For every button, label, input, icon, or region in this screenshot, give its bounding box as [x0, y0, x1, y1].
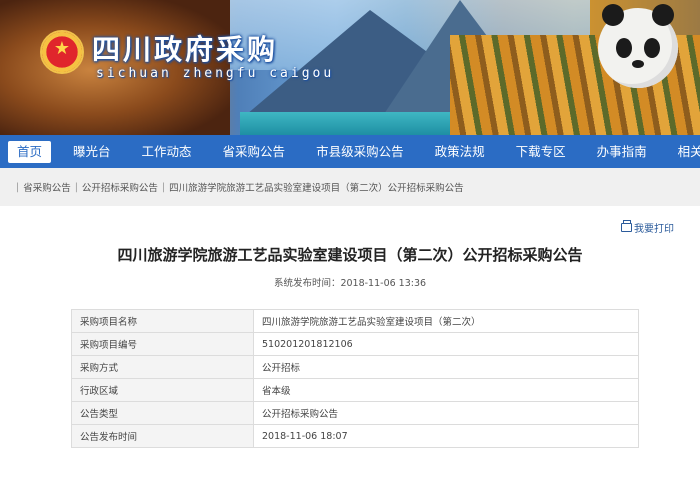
table-value: 公开招标 [253, 355, 639, 379]
breadcrumb-item-tender-notices[interactable]: 公开招标采购公告 [82, 180, 158, 194]
nav-item-related-modules[interactable]: 相关模块 [669, 141, 700, 163]
nav-item-guide[interactable]: 办事指南 [588, 141, 656, 163]
page-title: 四川旅游学院旅游工艺品实验室建设项目（第二次）公开招标采购公告 [117, 246, 583, 264]
main-content: 我要打印 四川旅游学院旅游工艺品实验室建设项目（第二次）公开招标采购公告 系统发… [0, 206, 700, 448]
table-key: 采购项目名称 [71, 309, 254, 333]
info-table: 采购项目名称 四川旅游学院旅游工艺品实验室建设项目（第二次） 采购项目编号 51… [71, 309, 639, 448]
table-key: 行政区域 [71, 378, 254, 402]
table-row: 采购项目编号 510201201812106 [71, 332, 639, 356]
table-value: 省本级 [253, 378, 639, 402]
site-subtitle: sichuan zhengfu caigou [96, 66, 335, 81]
action-row: 我要打印 [12, 206, 688, 238]
table-row: 采购项目名称 四川旅游学院旅游工艺品实验室建设项目（第二次） [71, 309, 639, 333]
main-nav: 首页 曝光台 工作动态 省采购公告 市县级采购公告 政策法规 下载专区 办事指南… [0, 135, 700, 168]
breadcrumb: | 省采购公告 | 公开招标采购公告 | 四川旅游学院旅游工艺品实验室建设项目（… [0, 168, 700, 206]
table-row: 采购方式 公开招标 [71, 355, 639, 379]
nav-item-home[interactable]: 首页 [8, 140, 52, 163]
table-key: 采购项目编号 [71, 332, 254, 356]
national-emblem-icon: ★ [40, 30, 84, 74]
table-value: 四川旅游学院旅游工艺品实验室建设项目（第二次） [253, 309, 639, 333]
publish-time-value: 2018-11-06 13:36 [340, 278, 427, 289]
table-row: 行政区域 省本级 [71, 378, 639, 402]
table-value: 公开招标采购公告 [253, 401, 639, 425]
publish-time-label: 系统发布时间： [273, 278, 341, 289]
publish-time: 系统发布时间：2018-11-06 13:36 [12, 275, 688, 289]
table-key: 采购方式 [71, 355, 254, 379]
nav-item-work-news[interactable]: 工作动态 [133, 141, 201, 163]
breadcrumb-item-current: 四川旅游学院旅游工艺品实验室建设项目（第二次）公开招标采购公告 [169, 183, 464, 194]
site-title: 四川政府采购 [92, 33, 279, 66]
table-value: 510201201812106 [253, 332, 639, 356]
print-button[interactable]: 我要打印 [621, 220, 674, 235]
breadcrumb-item-province-notices[interactable]: 省采购公告 [23, 180, 71, 194]
nav-item-downloads[interactable]: 下载专区 [507, 141, 575, 163]
breadcrumb-separator: | [16, 181, 20, 193]
table-row: 公告发布时间 2018-11-06 18:07 [71, 424, 639, 448]
breadcrumb-separator: | [74, 181, 78, 193]
nav-item-exposure[interactable]: 曝光台 [64, 141, 120, 163]
print-label: 我要打印 [634, 224, 674, 235]
table-row: 公告类型 公开招标采购公告 [71, 401, 639, 425]
nav-item-policies[interactable]: 政策法规 [426, 141, 494, 163]
panda-image [598, 4, 678, 88]
nav-item-city-county-notices[interactable]: 市县级采购公告 [307, 141, 413, 163]
breadcrumb-separator: | [161, 181, 166, 193]
printer-icon [621, 220, 632, 232]
table-value: 2018-11-06 18:07 [253, 424, 639, 448]
table-key: 公告发布时间 [71, 424, 254, 448]
header-banner: ★ 四川政府采购 sichuan zhengfu caigou [0, 0, 700, 135]
nav-item-province-notices[interactable]: 省采购公告 [214, 141, 295, 163]
table-key: 公告类型 [71, 401, 254, 425]
